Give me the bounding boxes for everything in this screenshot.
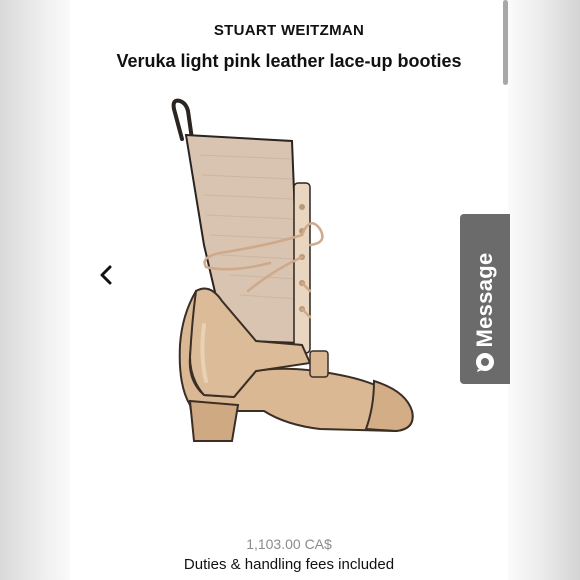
message-tab-button[interactable]: Message bbox=[460, 214, 510, 384]
message-tab-label: Message bbox=[472, 252, 497, 348]
product-price: 1,103.00 CA$ bbox=[246, 536, 332, 552]
chat-bubble-icon bbox=[476, 353, 494, 372]
fees-note: Duties & handling fees included bbox=[183, 556, 395, 573]
left-page-shadow bbox=[0, 0, 70, 580]
product-image bbox=[171, 98, 414, 442]
right-page-shadow bbox=[508, 0, 580, 580]
product-title: Veruka light pink leather lace-up bootie… bbox=[116, 51, 462, 71]
brand-name: STUART WEITZMAN bbox=[213, 22, 365, 39]
chevron-left-icon bbox=[100, 265, 112, 285]
scrollbar[interactable] bbox=[503, 0, 508, 85]
carousel-prev-button[interactable] bbox=[95, 260, 117, 290]
